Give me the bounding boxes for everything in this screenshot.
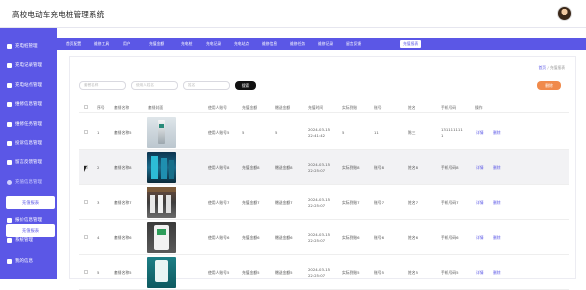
menu-icon <box>7 179 12 185</box>
sidebar-item-charge-records[interactable]: 充电记录管理 <box>0 58 57 72</box>
tab-repair-tasks[interactable]: 维修任务 <box>290 40 305 48</box>
batch-delete-button[interactable]: 删除 <box>537 81 561 90</box>
row-checkbox[interactable] <box>84 200 88 204</box>
tab-recharge-report[interactable]: 充值报表 <box>400 40 422 48</box>
menu-icon <box>7 217 12 223</box>
detail-link[interactable]: 详情 <box>476 270 484 276</box>
sidebar-item-quotes[interactable]: 报价信息管理 <box>0 213 57 227</box>
menu-icon <box>7 62 12 68</box>
select-all-checkbox[interactable] <box>84 105 88 109</box>
package-cover-image <box>147 187 176 218</box>
detail-link[interactable]: 详情 <box>476 165 484 171</box>
col-index: 序号 <box>97 105 105 110</box>
col-amount: 充值金额 <box>242 105 258 110</box>
sidebar-item-repair-info[interactable]: 维修信息管理 <box>0 97 57 111</box>
tab-repair-records[interactable]: 维修记录 <box>318 40 333 48</box>
package-cover-image <box>147 222 176 253</box>
sidebar-item-label: 我的信息 <box>15 259 33 264</box>
detail-link[interactable]: 详情 <box>476 200 484 206</box>
main-panel: 首页 / 充值报表 套餐名称 使用人姓名 姓名 搜索 删除 序号 套餐名称 套餐… <box>69 56 576 290</box>
menu-icon <box>7 121 12 127</box>
tab-repair-tools[interactable]: 维修工具 <box>94 40 109 48</box>
table-row[interactable]: 2 套餐名称8 使用人账号8 充值金额8 赠送金额8 2024-03-15 22… <box>79 150 569 185</box>
menu-icon <box>7 159 12 165</box>
breadcrumb-current: 充值报表 <box>549 65 565 70</box>
sidebar-item-label: 投诉信息管理 <box>15 141 42 146</box>
sidebar-item-charger[interactable]: 充电桩管理 <box>0 39 57 53</box>
system-title: 高校电动车充电桩管理系统 <box>12 10 105 19</box>
package-cover-image <box>147 152 176 183</box>
search-button[interactable]: 搜索 <box>235 81 256 90</box>
tab-charger[interactable]: 充电桩 <box>181 40 192 48</box>
package-cover-image <box>147 257 176 288</box>
tab-charge-records[interactable]: 充电记录 <box>206 40 221 48</box>
detail-link[interactable]: 详情 <box>476 130 484 136</box>
col-actual: 实际到账 <box>342 105 358 110</box>
delete-link[interactable]: 删除 <box>493 165 501 171</box>
breadcrumb: 首页 / 充值报表 <box>538 65 566 70</box>
tab-feedback[interactable]: 留言反馈 <box>346 40 361 48</box>
col-time: 充值时间 <box>308 105 324 110</box>
menu-icon <box>7 101 12 107</box>
row-checkbox[interactable] <box>84 270 88 274</box>
sidebar-item-feedback[interactable]: 留言反馈管理 <box>0 155 57 169</box>
table-header: 序号 套餐名称 套餐封面 使用人账号 充值金额 赠送金额 充值时间 实际到账 账… <box>79 102 569 113</box>
user-name-input[interactable]: 使用人姓名 <box>131 81 178 90</box>
row-checkbox[interactable] <box>84 235 88 239</box>
sidebar-item-label: 充电桩管理 <box>15 44 38 49</box>
detail-link[interactable]: 详情 <box>476 235 484 241</box>
package-name-input[interactable]: 套餐名称 <box>79 81 126 90</box>
sidebar-item-label: 报价信息管理 <box>15 218 42 223</box>
col-user: 使用人账号 <box>208 105 227 110</box>
col-name: 姓名 <box>408 105 416 110</box>
table-row[interactable]: 5 套餐名称5 使用人账号5 充值金额5 赠送金额5 2024-03-15 22… <box>79 255 569 290</box>
table-row[interactable]: 3 套餐名称7 使用人账号7 充值金额7 赠送金额7 2024-03-15 22… <box>79 185 569 220</box>
name-input[interactable]: 姓名 <box>183 81 230 90</box>
mouse-cursor-icon <box>84 166 87 172</box>
menu-icon <box>7 258 12 264</box>
sidebar-item-recharge[interactable]: 充值信息管理 <box>0 175 57 189</box>
avatar[interactable] <box>557 6 572 21</box>
col-phone: 手机号码 <box>441 105 457 110</box>
table-row[interactable]: 4 套餐名称6 使用人账号6 充值金额6 赠送金额6 2024-03-15 22… <box>79 220 569 255</box>
menu-icon <box>7 140 12 146</box>
menu-icon <box>7 237 12 243</box>
sidebar-item-my-info[interactable]: 我的信息 <box>0 254 57 268</box>
sidebar-item-label: 维修任务管理 <box>15 122 42 127</box>
menu-icon <box>7 43 12 49</box>
sidebar: 充电桩管理 充电记录管理 充电站点管理 维修信息管理 维修任务管理 投诉信息管理… <box>0 28 57 279</box>
col-package-name: 套餐名称 <box>114 105 130 110</box>
sidebar-item-label: 留言反馈管理 <box>15 160 42 165</box>
sidebar-item-label: 充电站点管理 <box>15 83 42 88</box>
sidebar-subitem-recharge-report[interactable]: 充值报表 <box>6 196 55 209</box>
breadcrumb-home[interactable]: 首页 <box>539 65 547 70</box>
tab-bar: 首页配置 维修工具 用户 充值金额 充电桩 充电记录 充电站点 维修信息 维修任… <box>57 38 586 50</box>
tab-recharge-amount[interactable]: 充值金额 <box>149 40 164 48</box>
sidebar-item-label: 充电记录管理 <box>15 63 42 68</box>
col-bonus: 赠送金额 <box>275 105 291 110</box>
table-row[interactable]: 1 套餐名称5 使用人账号5 5 5 2024-03-15 22:41:42 5… <box>79 115 569 150</box>
sidebar-item-complaints[interactable]: 投诉信息管理 <box>0 136 57 150</box>
delete-link[interactable]: 删除 <box>493 200 501 206</box>
sidebar-item-repair-tasks[interactable]: 维修任务管理 <box>0 117 57 131</box>
delete-link[interactable]: 删除 <box>493 270 501 276</box>
sidebar-item-label: 充值信息管理 <box>15 180 42 185</box>
top-bar: 高校电动车充电桩管理系统 <box>0 0 586 28</box>
sidebar-item-stations[interactable]: 充电站点管理 <box>0 78 57 92</box>
sidebar-item-label: 维修信息管理 <box>15 102 42 107</box>
sidebar-item-system[interactable]: 系统管理 <box>0 233 57 247</box>
tab-stations[interactable]: 充电站点 <box>234 40 249 48</box>
delete-link[interactable]: 删除 <box>493 235 501 241</box>
menu-icon <box>7 82 12 88</box>
row-checkbox[interactable] <box>84 130 88 134</box>
col-cover: 套餐封面 <box>148 105 164 110</box>
tab-home-config[interactable]: 首页配置 <box>66 40 81 48</box>
sidebar-item-label: 系统管理 <box>15 238 33 243</box>
tab-users[interactable]: 用户 <box>123 40 131 48</box>
delete-link[interactable]: 删除 <box>493 130 501 136</box>
col-actions: 操作 <box>475 105 483 110</box>
tab-repair-info[interactable]: 维修信息 <box>262 40 277 48</box>
col-account: 账号 <box>374 105 382 110</box>
package-cover-image <box>147 117 176 148</box>
